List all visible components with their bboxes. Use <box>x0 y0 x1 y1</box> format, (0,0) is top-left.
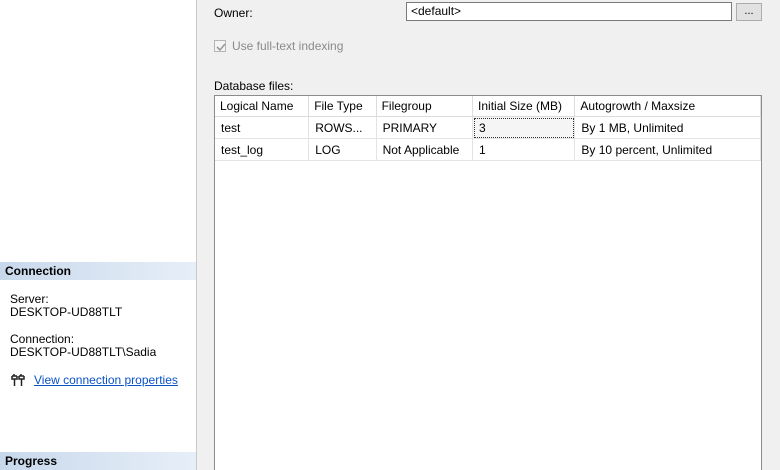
cell-autogrowth[interactable]: By 10 percent, Unlimited <box>574 138 761 161</box>
cell-autogrowth[interactable]: By 1 MB, Unlimited <box>574 116 761 139</box>
cell-initial-size[interactable]: 3 <box>472 116 576 139</box>
cell-initial-size[interactable]: 1 <box>472 138 576 161</box>
column-header-initial-size[interactable]: Initial Size (MB) <box>472 96 576 117</box>
cell-logical-name[interactable]: test_log <box>215 138 310 161</box>
column-header-autogrowth[interactable]: Autogrowth / Maxsize <box>574 96 761 117</box>
column-header-logical-name[interactable]: Logical Name <box>215 96 310 117</box>
connection-value: DESKTOP-UD88TLT\Sadia <box>10 345 157 359</box>
database-files-label: Database files: <box>214 79 294 93</box>
column-header-filegroup[interactable]: Filegroup <box>376 96 474 117</box>
cell-file-type[interactable]: LOG <box>308 138 377 161</box>
owner-field[interactable]: <default> <box>406 2 732 21</box>
progress-section-header: Progress <box>0 452 196 470</box>
checkmark-icon <box>216 43 226 52</box>
table-row[interactable]: test ROWS... PRIMARY 3 By 1 MB, Unlimite… <box>215 116 761 139</box>
owner-label: Owner: <box>214 6 253 20</box>
cell-filegroup[interactable]: Not Applicable <box>376 138 474 161</box>
database-files-table: Logical Name File Type Filegroup Initial… <box>215 96 761 161</box>
fulltext-checkbox-row[interactable]: Use full-text indexing <box>214 39 343 53</box>
table-row[interactable]: test_log LOG Not Applicable 1 By 10 perc… <box>215 138 761 161</box>
view-connection-properties-link[interactable]: View connection properties <box>34 373 178 387</box>
database-files-grid[interactable]: Logical Name File Type Filegroup Initial… <box>214 95 762 470</box>
cell-filegroup[interactable]: PRIMARY <box>376 116 474 139</box>
table-header-row: Logical Name File Type Filegroup Initial… <box>215 96 761 117</box>
fulltext-checkbox[interactable] <box>214 40 226 52</box>
left-panel: Connection Server: DESKTOP-UD88TLT Conne… <box>0 0 197 470</box>
fulltext-label: Use full-text indexing <box>232 39 344 53</box>
owner-browse-button[interactable]: ... <box>736 3 762 21</box>
view-connection-properties-row: View connection properties <box>10 373 178 387</box>
connection-section-header: Connection <box>0 262 196 280</box>
cell-logical-name[interactable]: test <box>215 116 310 139</box>
cell-file-type[interactable]: ROWS... <box>308 116 377 139</box>
server-value: DESKTOP-UD88TLT <box>10 305 123 319</box>
connection-plug-icon <box>10 373 26 387</box>
column-header-file-type[interactable]: File Type <box>308 96 377 117</box>
